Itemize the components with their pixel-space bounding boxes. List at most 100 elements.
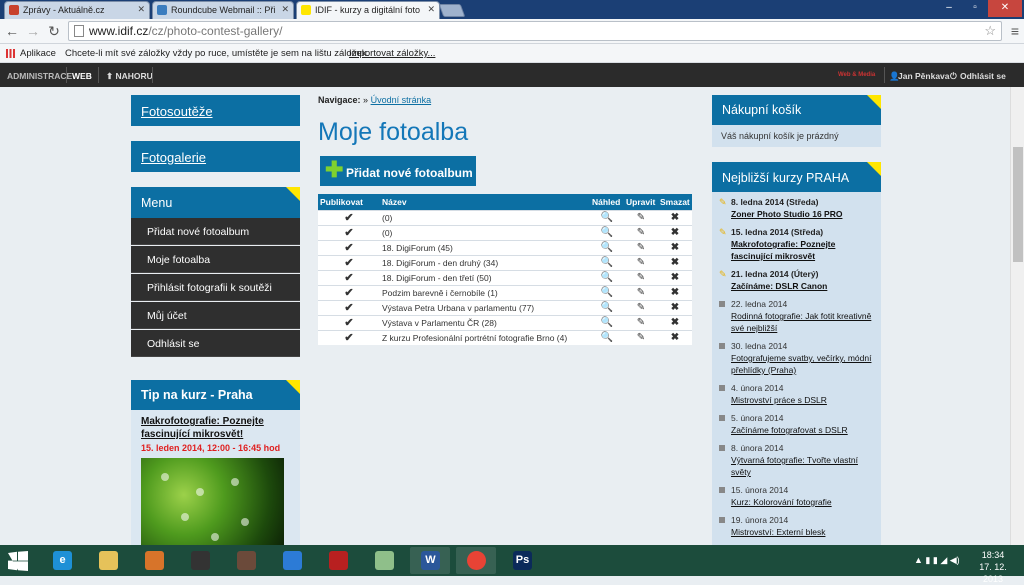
album-name[interactable]: Z kurzu Profesionální portrétní fotograf… [380,329,590,345]
published-check-icon[interactable]: ✔ [318,299,380,315]
app-blue-taskbar-button[interactable] [272,547,312,574]
menu-item-add-album[interactable]: Přidat nové fotoalbum [131,218,300,245]
edit-pencil-icon[interactable]: ✎ [624,209,658,225]
chrome-taskbar-button[interactable] [456,547,496,574]
address-bar[interactable]: www.idif.cz/cz/photo-contest-gallery/ ☆ [68,21,1002,41]
close-icon[interactable]: ✕ [281,4,289,15]
file-explorer-taskbar-button[interactable] [88,547,128,574]
close-window-button[interactable]: ✕ [988,0,1022,17]
preview-magnifier-icon[interactable]: 🔍 [590,209,624,225]
delete-x-icon[interactable]: ✖ [658,329,692,345]
preview-magnifier-icon[interactable]: 🔍 [590,239,624,255]
preview-magnifier-icon[interactable]: 🔍 [590,224,624,240]
photo-gallery-box[interactable]: Fotogalerie [131,141,300,172]
course-link[interactable]: Kurz: Kolorování fotografie [719,496,879,508]
delete-x-icon[interactable]: ✖ [658,239,692,255]
delete-x-icon[interactable]: ✖ [658,284,692,300]
course-link[interactable]: Zoner Photo Studio 16 PRO [719,208,879,220]
user-name[interactable]: Jan Pěnkava [898,71,950,81]
preview-magnifier-icon[interactable]: 🔍 [590,314,624,330]
preview-magnifier-icon[interactable]: 🔍 [590,329,624,345]
preview-magnifier-icon[interactable]: 🔍 [590,299,624,315]
course-link[interactable]: Začínáme: DSLR Canon [719,280,879,292]
edit-pencil-icon[interactable]: ✎ [624,329,658,345]
home-link[interactable]: ⬆ NAHORU [106,71,153,82]
tab-aktualne[interactable]: Zprávy - Aktuálně.cz ✕ [4,1,150,19]
admin-logout-link[interactable]: Odhlásit se [960,71,1006,81]
internet-explorer-taskbar-button[interactable]: e [42,547,82,574]
taskbar-clock[interactable]: 18:34 17. 12. 2013 [970,549,1016,585]
page-scrollbar[interactable] [1010,87,1024,545]
import-bookmarks-link[interactable]: Importovat záložky... [349,48,435,59]
edit-pencil-icon[interactable]: ✎ [624,269,658,285]
breadcrumb-home-link[interactable]: Úvodní stránka [371,95,432,105]
photoshop-taskbar-button[interactable]: Ps [502,547,542,574]
published-check-icon[interactable]: ✔ [318,314,380,330]
edit-pencil-icon[interactable]: ✎ [624,224,658,240]
published-check-icon[interactable]: ✔ [318,239,380,255]
photo-contests-link[interactable]: Fotosoutěže [141,104,213,119]
close-icon[interactable]: ✕ [137,4,145,15]
word-taskbar-button[interactable]: W [410,547,450,574]
delete-x-icon[interactable]: ✖ [658,299,692,315]
menu-item-logout[interactable]: Odhlásit se [131,330,300,357]
edit-pencil-icon[interactable]: ✎ [624,299,658,315]
app-notes-taskbar-button[interactable] [364,547,404,574]
add-album-button[interactable]: ✚ Přidat nové fotoalbum [320,156,476,186]
system-tray[interactable]: ▲ ▮ ▮ ◢ ◀) [914,555,960,566]
new-tab-button[interactable] [438,4,466,17]
course-link[interactable]: Rodinná fotografie: Jak fotit kreativně … [719,310,879,334]
preview-magnifier-icon[interactable]: 🔍 [590,284,624,300]
delete-x-icon[interactable]: ✖ [658,314,692,330]
album-name[interactable]: Podzim barevně i černobíle (1) [380,284,590,300]
published-check-icon[interactable]: ✔ [318,284,380,300]
close-icon[interactable]: ✕ [427,4,435,15]
album-name[interactable]: 18. DigiForum - den třetí (50) [380,269,590,285]
published-check-icon[interactable]: ✔ [318,224,380,240]
forward-arrow-icon[interactable]: → [25,23,41,39]
album-name[interactable]: Výstava Petra Urbana v parlamentu (77) [380,299,590,315]
course-link[interactable]: Makrofotografie: Poznejte fascinující mi… [719,238,879,262]
published-check-icon[interactable]: ✔ [318,254,380,270]
course-link[interactable]: Mistrovství práce s DSLR [719,394,879,406]
minimize-button[interactable]: – [936,0,962,17]
back-arrow-icon[interactable]: ← [4,23,20,39]
tab-idif[interactable]: IDIF - kurzy a digitální foto ✕ [296,1,440,19]
edit-pencil-icon[interactable]: ✎ [624,239,658,255]
delete-x-icon[interactable]: ✖ [658,254,692,270]
admin-link[interactable]: ADMINISTRACE [7,71,72,81]
menu-item-my-albums[interactable]: Moje fotoalba [131,246,300,273]
app-orange-taskbar-button[interactable] [134,547,174,574]
windows-start-icon[interactable] [8,551,28,571]
menu-item-submit-photo[interactable]: Přihlásit fotografii k soutěži [131,274,300,301]
published-check-icon[interactable]: ✔ [318,269,380,285]
edit-pencil-icon[interactable]: ✎ [624,314,658,330]
photo-contests-box[interactable]: Fotosoutěže [131,95,300,126]
delete-x-icon[interactable]: ✖ [658,224,692,240]
delete-x-icon[interactable]: ✖ [658,269,692,285]
edit-pencil-icon[interactable]: ✎ [624,284,658,300]
album-name[interactable]: 18. DigiForum - den druhý (34) [380,254,590,270]
leaf-water-drops-image[interactable] [141,458,284,545]
edit-pencil-icon[interactable]: ✎ [624,254,658,270]
tab-roundcube[interactable]: Roundcube Webmail :: Při ✕ [152,1,294,19]
maximize-button[interactable]: ▫ [962,0,988,17]
preview-magnifier-icon[interactable]: 🔍 [590,254,624,270]
album-name[interactable]: 18. DigiForum (45) [380,239,590,255]
course-tip-link[interactable]: Makrofotografie: Poznejte fascinující mi… [141,415,291,441]
reload-icon[interactable]: ↻ [46,23,62,39]
photo-gallery-link[interactable]: Fotogalerie [141,150,206,165]
preview-magnifier-icon[interactable]: 🔍 [590,269,624,285]
album-name[interactable]: Výstava v Parlamentu ČR (28) [380,314,590,330]
scrollbar-thumb[interactable] [1013,147,1023,262]
app-disc-taskbar-button[interactable] [226,547,266,574]
apps-link[interactable]: Aplikace [20,48,56,59]
bookmark-star-icon[interactable]: ☆ [984,22,996,40]
published-check-icon[interactable]: ✔ [318,329,380,345]
album-name[interactable]: (0) [380,209,590,225]
course-link[interactable]: Fotografujeme svatby, večírky, módní pře… [719,352,879,376]
delete-x-icon[interactable]: ✖ [658,209,692,225]
chrome-menu-icon[interactable]: ≡ [1011,23,1019,39]
course-link[interactable]: Začínáme fotografovat s DSLR [719,424,879,436]
course-link[interactable]: Mistrovství: Externí blesk [719,526,879,538]
